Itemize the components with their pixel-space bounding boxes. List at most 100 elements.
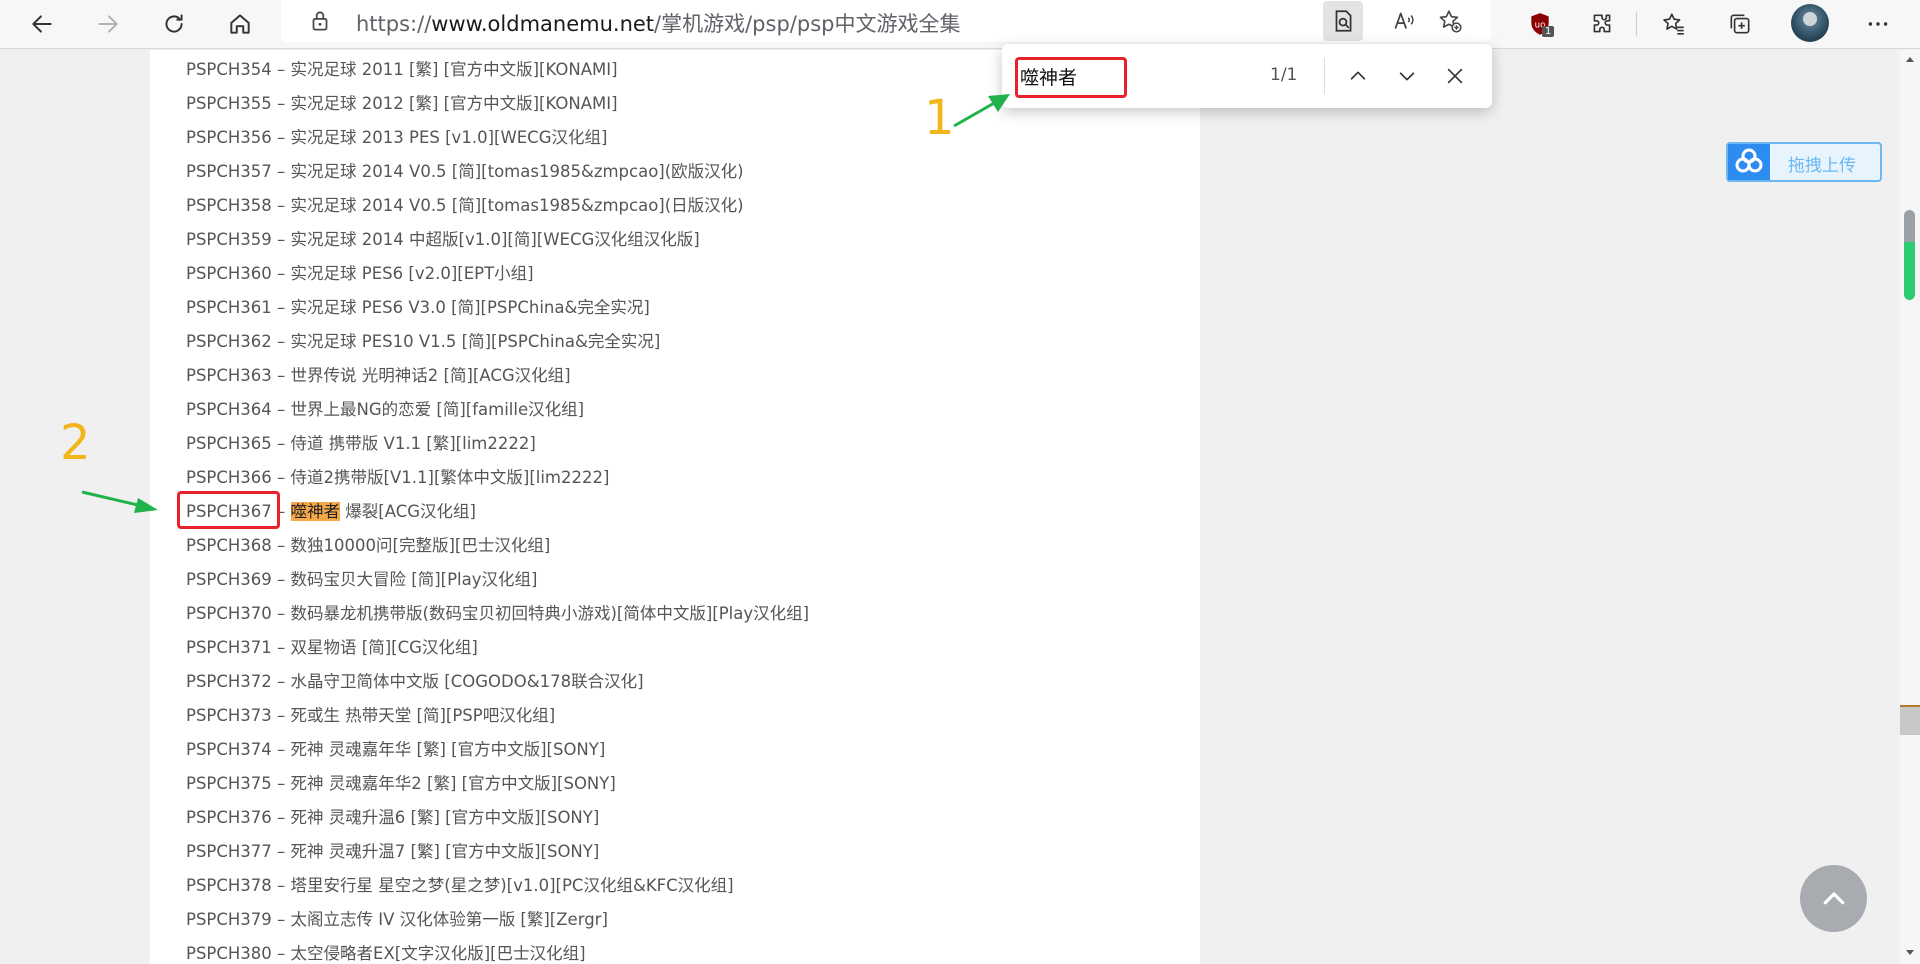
separator: – <box>271 230 291 249</box>
list-item[interactable]: PSPCH354 – 实况足球 2011 [繁] [官方中文版][KONAMI] <box>186 56 618 80</box>
list-item[interactable]: PSPCH359 – 实况足球 2014 中超版[v1.0][简][WECG汉化… <box>186 226 700 250</box>
scroll-down-icon[interactable] <box>1905 948 1915 958</box>
annotation-box-result <box>177 491 280 529</box>
separator: – <box>271 298 291 317</box>
annotation-arrow-1 <box>953 94 1010 128</box>
find-close-button[interactable] <box>1439 60 1471 92</box>
find-match-marker <box>1900 705 1920 735</box>
list-item[interactable]: PSPCH376 – 死神 灵魂升温6 [繁] [官方中文版][SONY] <box>186 804 599 828</box>
game-code: PSPCH361 <box>186 298 272 317</box>
read-aloud-button[interactable] <box>1384 1 1424 41</box>
home-button[interactable] <box>220 4 260 44</box>
game-title: 太空侵略者EX[文字汉化版][巴士汉化组] <box>290 944 586 963</box>
game-code: PSPCH354 <box>186 60 272 79</box>
collections-button[interactable] <box>1720 4 1760 44</box>
settings-more-button[interactable] <box>1858 4 1898 44</box>
list-item[interactable]: PSPCH363 – 世界传说 光明神话2 [简][ACG汉化组] <box>186 362 571 386</box>
url-host: www.oldmanemu.net <box>431 12 655 36</box>
list-item[interactable]: PSPCH374 – 死神 灵魂嘉年华 [繁] [官方中文版][SONY] <box>186 736 605 760</box>
forward-button[interactable] <box>88 4 128 44</box>
separator: – <box>271 264 291 283</box>
find-on-page-button[interactable] <box>1323 1 1363 41</box>
list-item[interactable]: PSPCH375 – 死神 灵魂嘉年华2 [繁] [官方中文版][SONY] <box>186 770 616 794</box>
back-to-top-button[interactable] <box>1800 865 1867 932</box>
game-code: PSPCH373 <box>186 706 272 725</box>
list-item[interactable]: PSPCH378 – 塔里安行星 星空之梦(星之梦)[v1.0][PC汉化组&K… <box>186 872 734 896</box>
list-item[interactable]: PSPCH366 – 侍道2携带版[V1.1][繁体中文版][lim2222] <box>186 464 609 488</box>
find-page-icon <box>1335 10 1352 32</box>
game-code: PSPCH358 <box>186 196 272 215</box>
list-item[interactable]: PSPCH369 – 数码宝贝大冒险 [简][Play汉化组] <box>186 566 537 590</box>
game-code: PSPCH375 <box>186 774 272 793</box>
extension-badge: 1 <box>1542 26 1555 37</box>
separator: – <box>271 570 291 589</box>
lock-icon[interactable] <box>307 8 333 34</box>
list-item[interactable]: PSPCH377 – 死神 灵魂升温7 [繁] [官方中文版][SONY] <box>186 838 599 862</box>
separator: – <box>271 196 291 215</box>
list-item[interactable]: PSPCH355 – 实况足球 2012 [繁] [官方中文版][KONAMI] <box>186 90 618 114</box>
list-item[interactable]: PSPCH357 – 实况足球 2014 V0.5 [简][tomas1985&… <box>186 158 744 182</box>
separator: – <box>271 162 291 181</box>
list-item[interactable]: PSPCH356 – 实况足球 2013 PES [v1.0][WECG汉化组] <box>186 124 607 148</box>
list-item[interactable]: PSPCH379 – 太阁立志传 IV 汉化体验第一版 [繁][Zergr] <box>186 906 608 930</box>
game-title: 数码暴龙机携带版(数码宝贝初回特典小游戏)[简体中文版][Play汉化组] <box>290 604 810 623</box>
favorites-button[interactable] <box>1654 4 1694 44</box>
scroll-up-icon[interactable] <box>1905 54 1915 64</box>
separator: – <box>271 366 291 385</box>
extensions-button[interactable] <box>1582 4 1622 44</box>
puzzle-icon <box>1593 14 1611 33</box>
game-code: PSPCH379 <box>186 910 272 929</box>
annotation-box-search <box>1015 57 1127 98</box>
separator: – <box>271 638 291 657</box>
find-next-button[interactable] <box>1391 60 1423 92</box>
list-item[interactable]: PSPCH365 – 侍道 携带版 V1.1 [繁][lim2222] <box>186 430 536 454</box>
url-text[interactable]: https://www.oldmanemu.net/掌机游戏/psp/psp中文… <box>356 8 960 38</box>
separator: – <box>271 740 291 759</box>
game-title: 实况足球 2014 中超版[v1.0][简][WECG汉化组汉化版] <box>290 230 700 249</box>
game-code: PSPCH380 <box>186 944 272 963</box>
star-add-icon <box>1439 10 1462 33</box>
separator: – <box>271 876 291 895</box>
list-item[interactable]: PSPCH372 – 水晶守卫简体中文版 [COGODO&178联合汉化] <box>186 668 644 692</box>
scrollbar-thumb[interactable] <box>1904 210 1915 300</box>
game-code: PSPCH356 <box>186 128 272 147</box>
list-item[interactable]: PSPCH368 – 数独10000问[完整版][巴士汉化组] <box>186 532 550 556</box>
add-favorite-button[interactable] <box>1430 1 1470 41</box>
game-title: 塔里安行星 星空之梦(星之梦)[v1.0][PC汉化组&KFC汉化组] <box>290 876 734 895</box>
list-item[interactable]: PSPCH373 – 死或生 热带天堂 [简][PSP吧汉化组] <box>186 702 555 726</box>
game-title: 死神 灵魂嘉年华 [繁] [官方中文版][SONY] <box>290 740 606 759</box>
drag-upload-widget[interactable]: 拖拽上传 <box>1726 142 1882 182</box>
separator: – <box>271 400 291 419</box>
ublock-extension-button[interactable]: uo 1 <box>1520 4 1560 44</box>
game-title: 实况足球 2012 [繁] [官方中文版][KONAMI] <box>290 94 618 113</box>
read-aloud-icon <box>1394 12 1414 29</box>
list-item[interactable]: PSPCH360 – 实况足球 PES6 [v2.0][EPT小组] <box>186 260 534 284</box>
game-code: PSPCH362 <box>186 332 272 351</box>
separator: – <box>271 60 291 79</box>
address-bar[interactable]: https://www.oldmanemu.net/掌机游戏/psp/psp中文… <box>281 0 1491 42</box>
back-arrow-icon <box>32 15 52 33</box>
list-item[interactable]: PSPCH358 – 实况足球 2014 V0.5 [简][tomas1985&… <box>186 192 744 216</box>
game-title: 侍道2携带版[V1.1][繁体中文版][lim2222] <box>290 468 610 487</box>
back-button[interactable] <box>22 4 62 44</box>
list-item[interactable]: PSPCH361 – 实况足球 PES6 V3.0 [简][PSPChina&完… <box>186 294 650 318</box>
list-item[interactable]: PSPCH364 – 世界上最NG的恋爱 [简][famille汉化组] <box>186 396 584 420</box>
game-code: PSPCH364 <box>186 400 272 419</box>
search-highlight: 噬神者 <box>290 502 341 521</box>
find-previous-button[interactable] <box>1342 60 1374 92</box>
refresh-button[interactable] <box>154 4 194 44</box>
separator: – <box>271 808 291 827</box>
annotation-number-2: 2 <box>60 415 91 471</box>
list-item[interactable]: PSPCH362 – 实况足球 PES10 V1.5 [简][PSPChina&… <box>186 328 660 352</box>
separator: – <box>271 672 291 691</box>
annotation-number-1: 1 <box>924 90 955 146</box>
list-item[interactable]: PSPCH380 – 太空侵略者EX[文字汉化版][巴士汉化组] <box>186 940 586 964</box>
list-item[interactable]: PSPCH370 – 数码暴龙机携带版(数码宝贝初回特典小游戏)[简体中文版][… <box>186 600 809 624</box>
game-title: 实况足球 PES6 V3.0 [简][PSPChina&完全实况] <box>290 298 650 317</box>
vertical-scrollbar[interactable] <box>1900 50 1920 964</box>
game-title: 爆裂[ACG汉化组] <box>340 502 476 521</box>
profile-avatar[interactable] <box>1791 4 1829 42</box>
separator: – <box>271 604 291 623</box>
list-item[interactable]: PSPCH371 – 双星物语 [简][CG汉化组] <box>186 634 478 658</box>
game-code: PSPCH366 <box>186 468 272 487</box>
